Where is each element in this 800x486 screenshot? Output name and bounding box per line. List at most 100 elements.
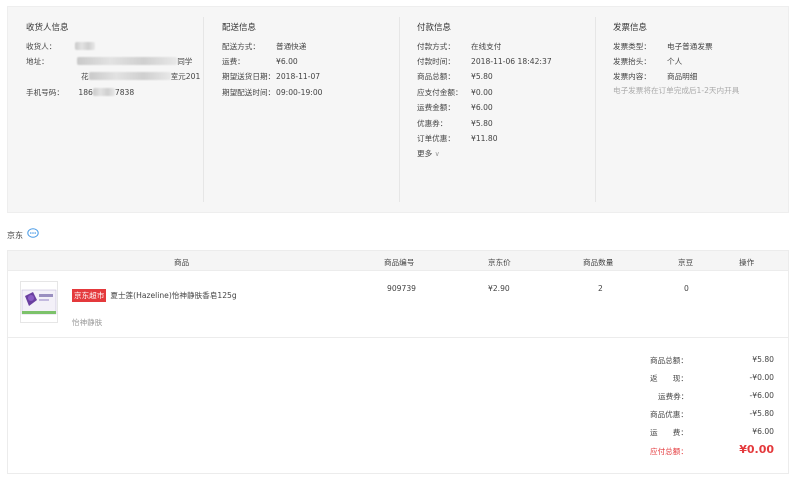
payment-label: 应支付金额： xyxy=(417,88,463,97)
delivery-label: 配送方式： xyxy=(222,42,260,51)
payment-value: ¥5.80 xyxy=(471,119,493,128)
product-title-row: 京东超市 夏士莲(Hazeline)怡神静肤香皂125g xyxy=(72,289,237,302)
payment-value: ¥6.00 xyxy=(471,103,493,112)
payment-row: 订单优惠： ¥11.80 xyxy=(417,133,498,144)
summary-label: 运 费： xyxy=(650,428,688,437)
product-subtitle: 怡神静肤 xyxy=(72,318,103,327)
delivery-label: 运费： xyxy=(222,57,245,66)
total-label: 应付总额： xyxy=(650,447,688,456)
payment-title: 付款信息 xyxy=(417,23,452,33)
column-header: 商品编号 xyxy=(384,258,415,267)
invoice-value: 电子普通发票 xyxy=(667,42,713,51)
delivery-title: 配送信息 xyxy=(222,23,257,33)
delivery-value: 09:00-19:00 xyxy=(276,88,323,97)
delivery-value: ¥6.00 xyxy=(276,57,298,66)
invoice-value: 个人 xyxy=(667,57,683,66)
receiver-phone-blur xyxy=(92,88,115,96)
payment-row: 运费金额： ¥6.00 xyxy=(417,102,493,113)
delivery-value: 2018-11-07 xyxy=(276,72,321,81)
payment-row: 优惠券： ¥5.80 xyxy=(417,118,493,129)
invoice-label: 发票内容： xyxy=(613,72,651,81)
invoice-label: 发票抬头： xyxy=(613,57,651,66)
product-image[interactable] xyxy=(20,281,58,323)
delivery-row: 运费： ¥6.00 xyxy=(222,56,298,67)
payment-row: 付款时间： 2018-11-06 18:42:37 xyxy=(417,56,552,67)
receiver-name-row: 收货人： xyxy=(26,41,95,52)
invoice-label: 发票类型： xyxy=(613,42,651,51)
column-header: 商品数量 xyxy=(583,258,614,267)
receiver-phone-row: 手机号码： 186 7838 xyxy=(26,87,134,98)
summary-value: -¥0.00 xyxy=(749,373,774,382)
chevron-down-icon: ∨ xyxy=(434,150,440,158)
payment-row: 应支付金额： ¥0.00 xyxy=(417,87,493,98)
invoice-note: 电子发票将在订单完成后1-2天内开具 xyxy=(613,86,740,95)
payment-more-link[interactable]: 更多 ∨ xyxy=(417,148,440,159)
payment-value: 2018-11-06 18:42:37 xyxy=(471,57,552,66)
receiver-address-line2-start: 花 xyxy=(81,72,89,81)
order-info-panel: 收货人信息 收货人： 地址： 同学 花 室元201 手机号码： 186 7838 配… xyxy=(7,6,789,213)
delivery-value: 普通快递 xyxy=(276,42,307,51)
payment-more-label: 更多 xyxy=(417,149,433,158)
chat-bubble-icon[interactable] xyxy=(27,228,39,239)
column-header: 京豆 xyxy=(678,258,694,267)
shop-name[interactable]: 京东 xyxy=(7,230,23,241)
summary-value: ¥5.80 xyxy=(752,355,774,364)
delivery-label: 期望送货日期： xyxy=(222,72,276,81)
payment-value: ¥5.80 xyxy=(471,72,493,81)
product-quantity: 2 xyxy=(598,284,603,293)
divider xyxy=(8,337,788,338)
column-header: 操作 xyxy=(739,258,755,267)
table-header: 商品 商品编号 京东价 商品数量 京豆 操作 xyxy=(8,251,788,271)
jd-supermarket-tag: 京东超市 xyxy=(72,289,107,302)
summary-label: 运费券： xyxy=(658,392,689,401)
invoice-info: 发票信息 发票类型： 电子普通发票 发票抬头： 个人 发票内容： 商品明细 电子发票将… xyxy=(596,7,790,214)
column-header: 京东价 xyxy=(488,258,511,267)
receiver-phone-suffix: 7838 xyxy=(114,88,135,97)
receiver-address-line2-end: 室元201 xyxy=(170,72,201,81)
receiver-name-blur xyxy=(74,42,95,50)
receiver-address-line1-end: 同学 xyxy=(177,57,193,66)
column-header: 商品 xyxy=(174,258,190,267)
summary-label: 商品优惠： xyxy=(650,410,688,419)
delivery-row: 期望配送时间：09:00-19:00 xyxy=(222,87,323,98)
payment-label: 运费金额： xyxy=(417,103,455,112)
invoice-row: 发票抬头： 个人 xyxy=(613,56,682,67)
product-title-link[interactable]: 夏士莲(Hazeline)怡神静肤香皂125g xyxy=(110,291,236,300)
receiver-info: 收货人信息 收货人： 地址： 同学 花 室元201 手机号码： 186 7838 xyxy=(8,7,203,214)
invoice-row: 发票类型： 电子普通发票 xyxy=(613,41,713,52)
delivery-info: 配送信息 配送方式： 普通快递 运费： ¥6.00 期望送货日期：2018-11-0… xyxy=(204,7,399,214)
invoice-row: 发票内容： 商品明细 xyxy=(613,71,697,82)
receiver-phone-prefix: 186 xyxy=(78,88,93,97)
payment-label: 订单优惠： xyxy=(417,134,455,143)
summary-value: ¥6.00 xyxy=(752,427,774,436)
payment-value: ¥0.00 xyxy=(471,88,493,97)
total-value: ¥0.00 xyxy=(739,443,774,456)
receiver-name-label: 收货人： xyxy=(26,42,57,51)
payment-label: 付款时间： xyxy=(417,57,455,66)
payment-row: 商品总额： ¥5.80 xyxy=(417,71,493,82)
receiver-address-row: 地址： 同学 xyxy=(26,56,192,67)
summary-value: -¥5.80 xyxy=(749,409,774,418)
order-items-table: 商品 商品编号 京东价 商品数量 京豆 操作 京东超市 夏士莲(Hazeline)… xyxy=(7,250,789,474)
invoice-title: 发票信息 xyxy=(613,23,648,33)
product-sku: 909739 xyxy=(387,284,416,293)
payment-label: 优惠券： xyxy=(417,119,448,128)
receiver-address-label: 地址： xyxy=(26,57,49,66)
delivery-label: 期望配送时间： xyxy=(222,88,276,97)
receiver-address-line2-blur xyxy=(88,72,171,80)
invoice-value: 商品明细 xyxy=(667,72,698,81)
soap-box-icon xyxy=(21,289,57,315)
receiver-address-line2: 花 室元201 xyxy=(81,71,200,82)
receiver-address-blur xyxy=(77,57,178,65)
payment-row: 付款方式： 在线支付 xyxy=(417,41,501,52)
summary-label: 返 现： xyxy=(650,374,688,383)
payment-label: 商品总额： xyxy=(417,72,455,81)
receiver-phone-label: 手机号码： xyxy=(26,88,64,97)
summary-label: 商品总额： xyxy=(650,356,688,365)
receiver-title: 收货人信息 xyxy=(26,23,69,33)
product-beans: 0 xyxy=(684,284,689,293)
delivery-row: 期望送货日期：2018-11-07 xyxy=(222,71,320,82)
delivery-row: 配送方式： 普通快递 xyxy=(222,41,306,52)
payment-label: 付款方式： xyxy=(417,42,455,51)
summary-value: -¥6.00 xyxy=(749,391,774,400)
